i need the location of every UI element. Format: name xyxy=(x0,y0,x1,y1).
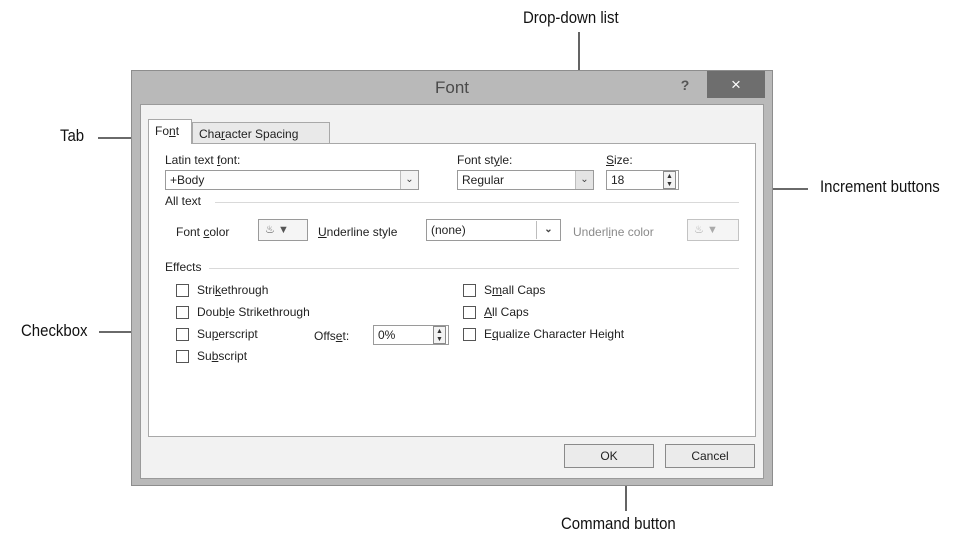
underline-color-label: Underline color xyxy=(573,225,654,239)
dialog-body: Font Character Spacing Latin text font: … xyxy=(140,104,764,479)
double-strikethrough-label: Double Strikethrough xyxy=(197,305,310,319)
help-button[interactable]: ? xyxy=(670,74,700,96)
paint-bucket-icon: ♨ xyxy=(265,224,275,236)
size-label: Size: xyxy=(606,153,633,167)
font-tab-panel: Latin text font: +Body ⌄ Font style: Reg… xyxy=(148,143,756,437)
latin-font-value: +Body xyxy=(170,173,205,187)
offset-increment-buttons[interactable]: ▲ ▼ xyxy=(433,326,446,344)
spin-up-icon[interactable]: ▲ xyxy=(436,328,443,335)
offset-value: 0% xyxy=(378,328,396,342)
size-increment-buttons[interactable]: ▲ ▼ xyxy=(663,171,676,189)
chevron-down-icon: ▼ xyxy=(706,224,718,236)
effects-heading: Effects xyxy=(165,260,202,274)
latin-font-dropdown[interactable]: +Body ⌄ xyxy=(165,170,419,190)
font-style-value: Regular xyxy=(462,173,505,187)
equalize-height-checkbox[interactable] xyxy=(463,328,476,341)
tab-font[interactable]: Font xyxy=(148,119,192,144)
callout-checkbox: Checkbox xyxy=(21,321,88,340)
underline-style-label: Underline style xyxy=(318,225,398,239)
spin-up-icon[interactable]: ▲ xyxy=(666,173,673,180)
strikethrough-label: Strikethrough xyxy=(197,283,269,297)
equalize-height-label: Equalize Character Height xyxy=(484,327,625,341)
chevron-down-icon: ▼ xyxy=(277,224,289,236)
paint-bucket-icon: ♨ xyxy=(694,224,704,236)
callout-tab: Tab xyxy=(60,126,85,145)
underline-color-button[interactable]: ♨ ▼ xyxy=(687,219,739,241)
underline-style-dropdown[interactable]: (none) ⌄ xyxy=(426,219,561,241)
all-text-divider xyxy=(215,202,739,203)
close-button[interactable]: × xyxy=(707,71,765,98)
small-caps-checkbox[interactable] xyxy=(463,284,476,297)
cancel-button[interactable]: Cancel xyxy=(665,444,755,468)
subscript-checkbox[interactable] xyxy=(176,350,189,363)
chevron-down-icon[interactable]: ⌄ xyxy=(536,221,560,239)
superscript-checkbox[interactable] xyxy=(176,328,189,341)
font-style-label: Font style: xyxy=(457,153,513,167)
subscript-label: Subscript xyxy=(197,349,248,363)
ok-button[interactable]: OK xyxy=(564,444,654,468)
font-color-button[interactable]: ♨ ▼ xyxy=(258,219,308,241)
callout-dropdown: Drop-down list xyxy=(523,8,619,27)
latin-font-label: Latin text font: xyxy=(165,153,241,167)
callout-command: Command button xyxy=(561,514,676,533)
underline-style-value: (none) xyxy=(431,223,466,237)
offset-label: Offset: xyxy=(314,329,350,343)
double-strikethrough-checkbox[interactable] xyxy=(176,306,189,319)
size-field[interactable]: 18 ▲ ▼ xyxy=(606,170,679,190)
superscript-label: Superscript xyxy=(197,327,258,341)
callout-increment: Increment buttons xyxy=(820,177,940,196)
size-value: 18 xyxy=(611,173,625,187)
all-text-heading: All text xyxy=(165,194,202,208)
chevron-down-icon[interactable]: ⌄ xyxy=(575,171,593,189)
spin-down-icon[interactable]: ▼ xyxy=(666,181,673,188)
all-caps-label: All Caps xyxy=(484,305,529,319)
effects-divider xyxy=(209,268,739,269)
tab-character-spacing[interactable]: Character Spacing xyxy=(192,122,330,144)
font-dialog: Font ? × Font Character Spacing Latin te… xyxy=(131,70,773,486)
spin-down-icon[interactable]: ▼ xyxy=(436,336,443,343)
all-caps-checkbox[interactable] xyxy=(463,306,476,319)
small-caps-label: Small Caps xyxy=(484,283,546,297)
strikethrough-checkbox[interactable] xyxy=(176,284,189,297)
font-style-dropdown[interactable]: Regular ⌄ xyxy=(457,170,594,190)
offset-field[interactable]: 0% ▲ ▼ xyxy=(373,325,449,345)
chevron-down-icon[interactable]: ⌄ xyxy=(400,171,418,189)
font-color-label: Font color xyxy=(176,225,230,239)
